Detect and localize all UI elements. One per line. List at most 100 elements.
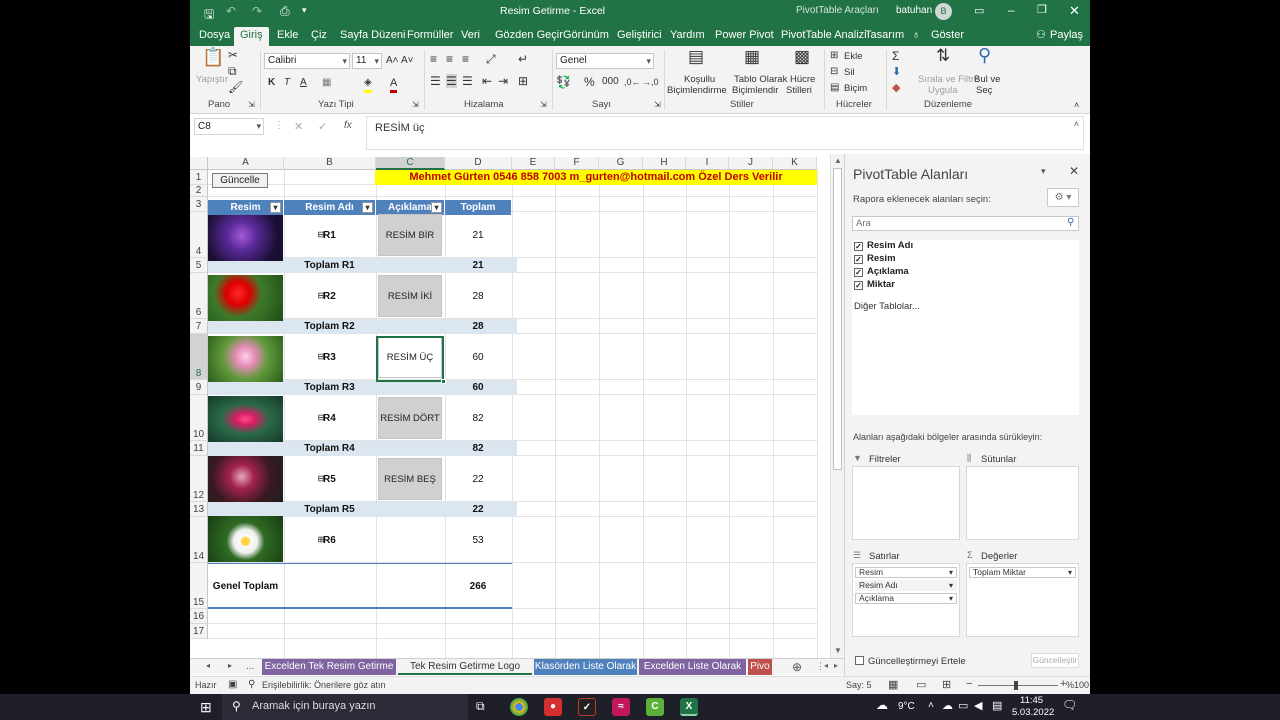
comma-style-icon[interactable]: 000 (602, 75, 619, 89)
font-size-combo[interactable]: 11 (352, 53, 382, 69)
filter-dropdown-icon[interactable]: ▾ (270, 202, 281, 213)
find-select-icon[interactable]: ⚲ (978, 46, 991, 64)
sheet-tab[interactable]: Pivo (748, 659, 772, 675)
flower-image-purple[interactable] (208, 215, 283, 261)
tab-power-pivot[interactable]: Power Pivot (712, 27, 777, 46)
field-search-input[interactable] (852, 216, 1079, 231)
onedrive-icon[interactable]: ☁ (942, 699, 953, 712)
pane-settings-button[interactable]: ⚙ ▾ (1047, 188, 1079, 207)
print-preview-icon[interactable]: ⎙ (280, 4, 290, 19)
flower-image-daisy[interactable] (208, 516, 283, 562)
format-cells-button[interactable]: Biçim (844, 83, 867, 94)
find-select-label-1[interactable]: Bul ve (974, 74, 1000, 85)
row-field-chip[interactable]: Resim (855, 567, 957, 578)
font-launcher-icon[interactable]: ⇲ (412, 98, 419, 112)
row-header-2[interactable]: 2 (190, 185, 208, 197)
number-launcher-icon[interactable]: ⇲ (654, 98, 661, 112)
weather-icon[interactable]: ☁ (876, 698, 888, 712)
format-painter-icon[interactable]: 🖌 (228, 80, 243, 94)
update-pane-button[interactable]: Güncelleştir (1031, 653, 1079, 668)
column-header-a[interactable]: A (208, 157, 284, 170)
delete-cells-icon[interactable]: ⊟ (830, 65, 838, 79)
sort-filter-label-1[interactable]: Sırala ve Filtre (918, 74, 979, 85)
row-header-1[interactable]: 1 (190, 170, 208, 185)
app-red-icon[interactable]: ● (544, 698, 562, 716)
align-bottom-icon[interactable]: ≡ (462, 52, 469, 66)
sort-filter-icon[interactable]: ⇅ (936, 47, 950, 64)
excel-taskbar-icon[interactable]: X (680, 698, 698, 716)
insert-cells-button[interactable]: Ekle (844, 51, 862, 62)
tab-veri[interactable]: Veri (458, 27, 483, 46)
clock-date[interactable]: 5.03.2022 (1012, 707, 1054, 718)
tab-tasarim[interactable]: Tasarım (862, 27, 907, 46)
minimize-icon[interactable]: – (1008, 3, 1015, 17)
description-shape[interactable]: RESİM DÖRT (378, 397, 442, 439)
conditional-format-label-2[interactable]: Biçimlendirme (667, 85, 727, 96)
close-icon[interactable]: ✕ (1069, 3, 1080, 19)
tab-formuller[interactable]: Formüller (404, 27, 456, 46)
pane-options-dropdown-icon[interactable]: ▾ (1041, 166, 1046, 177)
row-field-chip[interactable]: Açıklama (855, 593, 957, 604)
column-header-e[interactable]: E (512, 157, 555, 170)
row-header-7[interactable]: 7 (190, 319, 208, 334)
column-header-j[interactable]: J (729, 157, 773, 170)
page-layout-icon[interactable]: ▭ (916, 678, 926, 691)
prev-sheet-icon[interactable]: ◂ (206, 661, 210, 670)
decrease-font-icon[interactable]: A˅ (401, 54, 414, 68)
delete-cells-button[interactable]: Sil (844, 67, 855, 78)
field-item[interactable]: ✓ Açıklama (854, 266, 909, 279)
tab-gelistirici[interactable]: Geliştirici (614, 27, 665, 46)
flower-image-red[interactable] (208, 275, 283, 321)
conditional-format-icon[interactable]: ▤ (688, 48, 704, 65)
undo-icon[interactable]: ↶ (226, 4, 236, 18)
checkbox-checked-icon[interactable]: ✓ (854, 268, 863, 277)
paste-icon[interactable]: 📋 (202, 48, 224, 66)
align-top-icon[interactable]: ≡ (430, 52, 437, 66)
customize-qat-icon[interactable]: ▾ (302, 5, 307, 16)
values-drop-zone[interactable]: Toplam Miktar (966, 563, 1079, 637)
add-sheet-icon[interactable]: ⊕ (792, 660, 802, 674)
row-header-10[interactable]: 10 (190, 395, 208, 441)
cut-icon[interactable]: ✂ (228, 48, 238, 62)
row-header-5[interactable]: 5 (190, 258, 208, 273)
font-name-combo[interactable]: Calibri (264, 53, 350, 69)
weather-temp[interactable]: 9°C (898, 701, 915, 712)
align-middle-icon[interactable]: ≡ (446, 52, 453, 66)
more-sheets-button[interactable]: ... (246, 661, 254, 672)
accounting-format-icon[interactable]: 💱 (556, 75, 571, 89)
row-header-9[interactable]: 9 (190, 380, 208, 395)
tab-goster[interactable]: Göster (928, 27, 967, 46)
decrease-indent-icon[interactable]: ⇤ (482, 74, 492, 88)
merge-center-icon[interactable]: ⊞ (518, 74, 528, 88)
cell-styles-label-2[interactable]: Stilleri (786, 85, 812, 96)
tab-dosya[interactable]: Dosya (196, 27, 233, 46)
row-header-11[interactable]: 11 (190, 441, 208, 456)
pano-launcher-icon[interactable]: ⇲ (248, 98, 255, 112)
column-header-b[interactable]: B (284, 157, 376, 170)
increase-indent-icon[interactable]: ⇥ (498, 74, 508, 88)
field-item[interactable]: ✓ Resim (854, 253, 896, 266)
flower-image-dahlia[interactable] (208, 456, 283, 502)
row-header-14[interactable]: 14 (190, 517, 208, 563)
column-header-k[interactable]: K (773, 157, 817, 170)
alignment-launcher-icon[interactable]: ⇲ (540, 98, 547, 112)
page-break-icon[interactable]: ⊞ (942, 678, 951, 691)
row-header-4[interactable]: 4 (190, 212, 208, 258)
name-box[interactable]: C8 (194, 118, 264, 135)
ribbon-display-icon[interactable]: ▭ (974, 4, 984, 17)
row-header-8[interactable]: 8 (190, 334, 208, 380)
row-header-6[interactable]: 6 (190, 273, 208, 319)
collapse-ribbon-icon[interactable]: ˄ (1074, 98, 1079, 112)
zoom-out-icon[interactable]: − (966, 678, 972, 690)
format-table-icon[interactable]: ▦ (744, 48, 760, 65)
column-header-h[interactable]: H (643, 157, 686, 170)
macro-record-icon[interactable]: ▣ (228, 679, 237, 690)
select-all-corner[interactable] (190, 157, 208, 170)
sort-filter-label-2[interactable]: Uygula (928, 85, 958, 96)
copy-icon[interactable]: ⧉ (228, 64, 237, 78)
tab-giris[interactable]: Giriş (234, 27, 269, 46)
tab-ciz[interactable]: Çiz (308, 27, 330, 46)
align-right-icon[interactable]: ☰ (462, 74, 473, 88)
app-green-icon[interactable]: C (646, 698, 664, 716)
confirm-entry-icon[interactable]: ✓ (318, 120, 327, 133)
